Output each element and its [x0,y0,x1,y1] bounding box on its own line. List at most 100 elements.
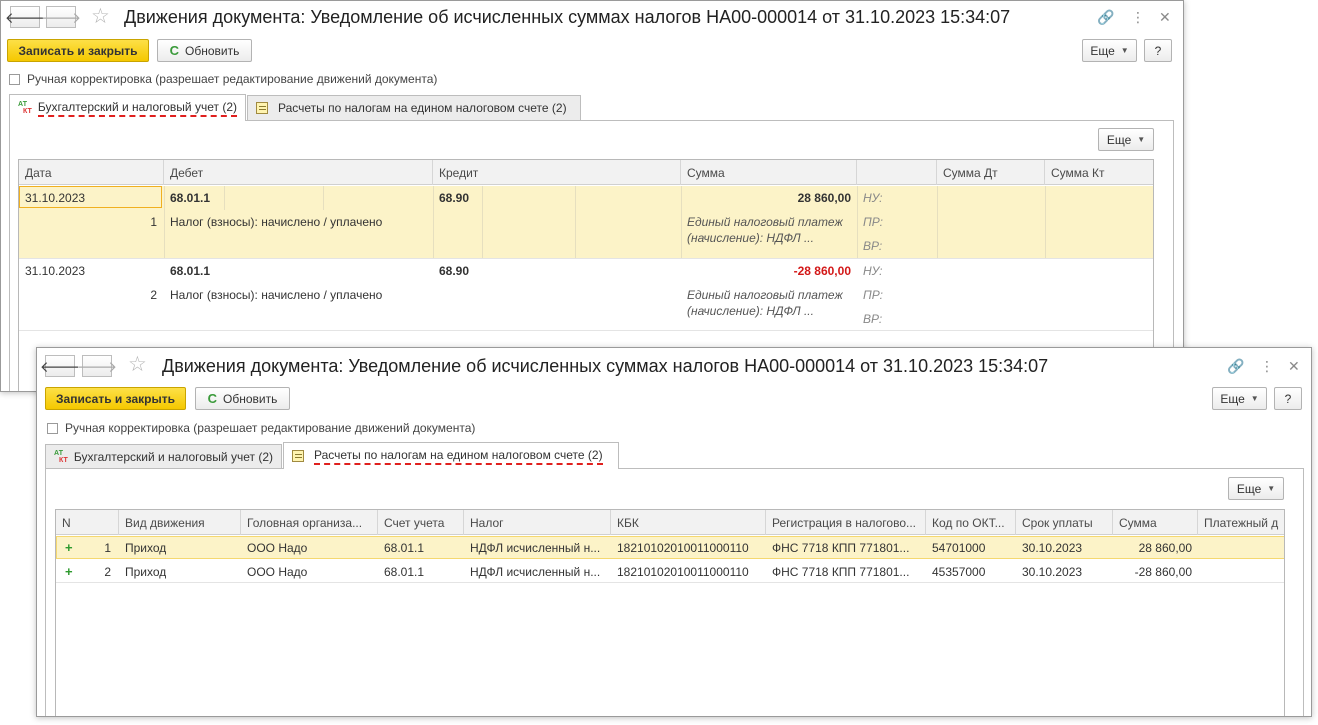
col-divider [323,186,324,210]
settlements-table: N Вид движения Головная организа... Счет… [55,509,1285,716]
entry-sum: 28 860,00 [797,191,851,205]
manual-edit-checkbox[interactable] [9,73,20,85]
col-credit[interactable]: Кредит [433,160,681,185]
entry-number: 1 [150,215,157,229]
help-button[interactable]: ? [1144,39,1172,62]
table-row[interactable]: + 2 Приход ООО Надо 68.01.1 НДФЛ исчисле… [56,560,1284,583]
entry-credit: 68.90 [439,264,470,278]
col-labels[interactable] [857,160,937,185]
caret-down-icon: ▼ [1137,135,1146,144]
link-icon[interactable]: 🔗 [1097,9,1114,26]
entry-desc-line1: Единый налоговый платеж [687,215,843,229]
help-button[interactable]: ? [1274,387,1302,410]
entry-desc-line2: (начисление): НДФЛ ... [687,231,814,245]
row-separator [19,330,1153,331]
col-n[interactable]: N [56,510,119,535]
col-sum[interactable]: Сумма [1113,510,1198,535]
close-icon[interactable]: ✕ [1159,9,1171,26]
col-divider [164,186,165,258]
tab-accounting[interactable]: АТ КТ Бухгалтерский и налоговый учет (2) [9,94,246,121]
col-kbk[interactable]: КБК [611,510,766,535]
link-icon[interactable]: 🔗 [1227,358,1244,375]
cell-kbk: 18210102010011000110 [617,565,749,579]
label-pr: ПР: [863,288,883,302]
debit-credit-icon: АТ КТ [54,450,68,464]
tab-tax-settlements[interactable]: Расчеты по налогам на едином налоговом с… [283,442,619,469]
save-and-close-button[interactable]: Записать и закрыть [45,387,186,410]
cell-sum: -28 860,00 [1134,565,1192,579]
back-button[interactable]: 🡐 [40,355,80,377]
col-divider [433,186,434,258]
cell-oktmo: 45357000 [932,565,986,579]
manual-edit-row[interactable]: Ручная корректировка (разрешает редактир… [47,421,475,435]
col-account[interactable]: Счет учета [378,510,464,535]
table-more-label: Еще [1236,481,1262,496]
window-title: Движения документа: Уведомление об исчис… [162,356,1049,376]
cell-org: ООО Надо [247,541,308,555]
entry-debit-sub: Налог (взносы): начислено / уплачено [170,288,383,302]
col-date[interactable]: Дата [19,160,164,185]
more-vertical-icon[interactable]: ⋮ [1260,358,1274,375]
col-due-date[interactable]: Срок уплаты [1016,510,1113,535]
arrow-left-icon: 🡐 [4,9,46,27]
close-icon[interactable]: ✕ [1288,358,1300,375]
tab-tax-settlements[interactable]: Расчеты по налогам на едином налоговом с… [247,95,581,120]
table-row[interactable]: 31.10.2023 1 68.01.1 Налог (взносы): нач… [19,186,1153,258]
cell-due-date: 30.10.2023 [1022,541,1083,555]
tab-accounting-label: Бухгалтерский и налоговый учет (2) [37,100,237,117]
col-tax[interactable]: Налог [464,510,611,535]
title-bar: 🡐 🡒 ☆ Движения документа: Уведомление об… [1,1,1183,35]
caret-down-icon: ▼ [1120,46,1129,55]
table-more-label: Еще [1106,132,1132,147]
favorite-star-icon[interactable]: ☆ [91,4,110,29]
refresh-button[interactable]: C Обновить [195,387,290,410]
forward-button[interactable]: 🡒 [77,355,117,377]
entry-sum: -28 860,00 [793,264,851,278]
more-button[interactable]: Еще ▼ [1212,387,1267,410]
table-row[interactable]: 31.10.2023 2 68.01.1 Налог (взносы): нач… [19,258,1153,330]
col-movement-kind[interactable]: Вид движения [119,510,241,535]
back-button[interactable]: 🡐 [5,6,45,28]
table-header: N Вид движения Головная организа... Счет… [56,510,1284,535]
col-payment-doc[interactable]: Платежный д [1198,510,1284,535]
arrow-right-icon: 🡒 [76,358,118,376]
caret-down-icon: ▼ [1267,484,1276,493]
refresh-button[interactable]: C Обновить [157,39,252,62]
table-more-button[interactable]: Еще ▼ [1228,477,1284,500]
tab-accounting[interactable]: АТ КТ Бухгалтерский и налоговый учет (2) [45,444,282,469]
cell-kind: Приход [125,541,167,555]
tab-accounting-label: Бухгалтерский и налоговый учет (2) [73,450,273,464]
table-header: Дата Дебет Кредит Сумма Сумма Дт Сумма К… [19,160,1153,185]
table-more-button[interactable]: Еще ▼ [1098,128,1154,151]
cell-tax: НДФЛ исчисленный н... [470,541,601,555]
tab-tax-settlements-label: Расчеты по налогам на едином налоговом с… [314,448,603,465]
col-debit[interactable]: Дебет [164,160,433,185]
col-head-org[interactable]: Головная организа... [241,510,378,535]
col-sum[interactable]: Сумма [681,160,857,185]
cell-n: 1 [104,541,111,555]
arrow-right-icon: 🡒 [40,9,82,27]
debit-credit-icon: АТ КТ [18,101,32,115]
col-sum-dt[interactable]: Сумма Дт [937,160,1045,185]
manual-edit-label: Ручная корректировка (разрешает редактир… [27,72,438,86]
entry-date: 31.10.2023 [25,191,86,205]
more-label: Еще [1090,43,1115,58]
favorite-star-icon[interactable]: ☆ [128,352,147,377]
entry-debit: 68.01.1 [170,264,211,278]
manual-edit-checkbox[interactable] [47,422,58,434]
manual-edit-row[interactable]: Ручная корректировка (разрешает редактир… [9,72,437,86]
window-title: Движения документа: Уведомление об исчис… [124,7,1011,27]
cell-kbk: 18210102010011000110 [617,541,749,555]
label-nu: НУ: [863,191,883,205]
more-button[interactable]: Еще ▼ [1082,39,1137,62]
cell-oktmo: 54701000 [932,541,986,555]
table-row[interactable]: + 1 Приход ООО Надо 68.01.1 НДФЛ исчисле… [56,536,1284,559]
forward-button[interactable]: 🡒 [41,6,81,28]
save-and-close-button[interactable]: Записать и закрыть [7,39,149,62]
more-vertical-icon[interactable]: ⋮ [1131,9,1145,26]
col-sum-kt[interactable]: Сумма Кт [1045,160,1153,185]
entry-desc-line2: (начисление): НДФЛ ... [687,304,814,318]
cell-sum: 28 860,00 [1138,541,1192,555]
col-oktmo[interactable]: Код по ОКТ... [926,510,1016,535]
col-registration[interactable]: Регистрация в налогово... [766,510,926,535]
